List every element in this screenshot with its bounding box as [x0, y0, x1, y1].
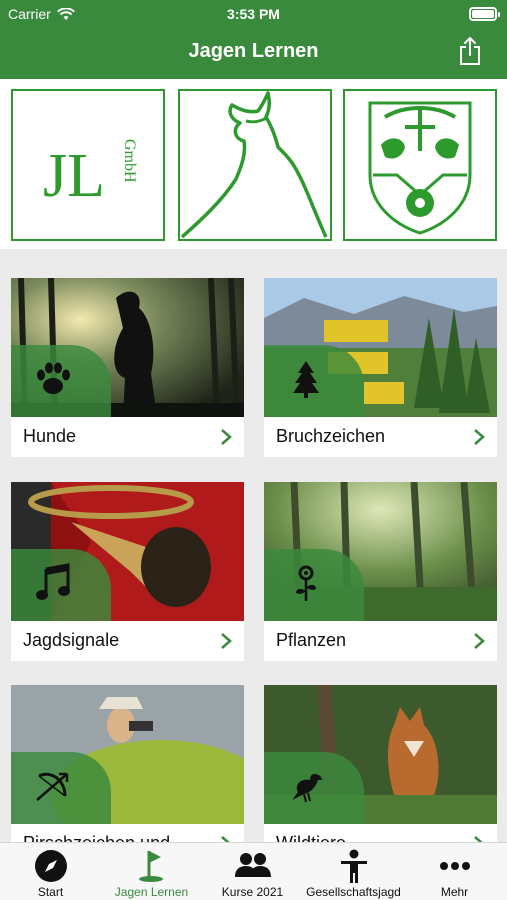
category-tile-pirschzeichen[interactable]: Pirschzeichen und — [11, 685, 244, 864]
bird-icon — [292, 774, 322, 803]
bruchzeichen-badge — [264, 345, 364, 417]
bow-icon — [36, 772, 69, 801]
people-icon — [234, 853, 271, 877]
flower-icon — [296, 565, 316, 601]
tab-label: Jagen Lernen — [114, 885, 189, 899]
tree-icon — [293, 361, 319, 398]
golf-flag-icon — [138, 851, 163, 882]
hunde-badge — [11, 345, 111, 417]
more-icon — [439, 862, 470, 870]
navigation-bar: Carrier 3:53 PM Jagen Lernen — [0, 0, 507, 79]
coat-of-arms-logo — [343, 89, 497, 241]
tile-label: Hunde — [23, 426, 77, 446]
music-note-icon — [36, 563, 70, 600]
tab-mehr[interactable]: Mehr — [404, 843, 505, 900]
tab-label: Kurse 2021 — [221, 885, 284, 899]
jagdsignale-badge — [11, 549, 111, 621]
pflanzen-badge — [264, 549, 364, 621]
deer-head-logo — [178, 89, 332, 241]
status-time: 3:53 PM — [227, 6, 280, 22]
tile-label: Pflanzen — [276, 630, 347, 650]
chevron-right-icon — [474, 429, 485, 445]
category-tile-jagdsignale[interactable]: Jagdsignale — [11, 482, 244, 661]
tab-start[interactable]: Start — [0, 843, 101, 900]
tab-label: Start — [37, 885, 64, 899]
category-tile-wildtiere[interactable]: Wildtiere — [264, 685, 497, 864]
category-tile-pflanzen[interactable]: Pflanzen — [264, 482, 497, 661]
chevron-right-icon — [221, 429, 232, 445]
tab-kurse-2021[interactable]: Kurse 2021 — [202, 843, 303, 900]
gmbh-logo-text: GmbH — [121, 139, 138, 183]
page-title: Jagen Lernen — [188, 40, 319, 62]
compass-icon — [34, 850, 67, 882]
wildtiere-badge — [264, 752, 364, 824]
share-icon[interactable] — [457, 36, 483, 66]
jl-gmbh-logo: JL GmbH — [11, 89, 165, 241]
category-tile-hunde[interactable]: Hunde — [11, 278, 244, 457]
tab-gesellschaftsjagd[interactable]: Gesellschaftsjagd — [303, 843, 404, 900]
person-icon — [340, 849, 367, 883]
tab-label: Gesellschaftsjagd — [306, 885, 401, 899]
tab-bar: Start Jagen Lernen Kurse 2021 Gesellscha… — [0, 842, 507, 900]
tile-label: Bruchzeichen — [276, 426, 386, 446]
battery-icon — [469, 7, 500, 21]
tab-jagen-lernen[interactable]: Jagen Lernen — [101, 843, 202, 900]
chevron-right-icon — [221, 633, 232, 649]
pirschzeichen-badge — [11, 752, 111, 824]
tab-label: Mehr — [440, 885, 469, 899]
status-bar: Carrier 3:53 PM — [0, 6, 507, 24]
chevron-right-icon — [474, 633, 485, 649]
category-tile-bruchzeichen[interactable]: Bruchzeichen — [264, 278, 497, 457]
jl-logo-text: JL — [43, 142, 105, 210]
paw-icon — [37, 362, 70, 394]
tile-label: Jagdsignale — [23, 630, 120, 650]
logo-banner: JL GmbH — [0, 79, 507, 249]
